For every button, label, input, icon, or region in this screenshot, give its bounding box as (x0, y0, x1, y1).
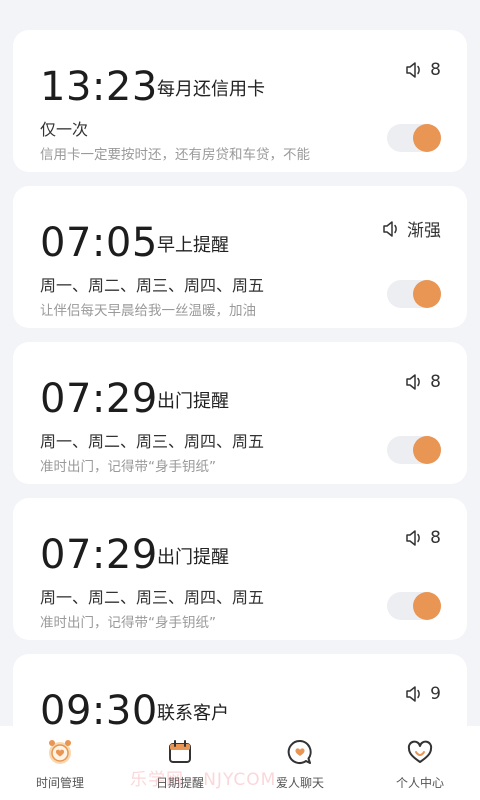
alarm-sound-label: 8 (430, 60, 441, 80)
toggle-knob (413, 592, 441, 620)
chat-heart-icon (287, 739, 312, 764)
alarm-sound-label: 9 (430, 684, 441, 704)
alarm-sound[interactable]: 9 (404, 684, 441, 704)
alarm-note: 准时出门，记得带“身手钥纸” (40, 459, 216, 475)
tab-personal-center[interactable]: 个人中心 (360, 726, 480, 800)
alarm-sound[interactable]: 8 (404, 528, 441, 548)
alarm-time: 07:29 (40, 532, 158, 578)
toggle-knob (413, 124, 441, 152)
tab-time-management[interactable]: 时间管理 (0, 726, 120, 800)
alarm-sound[interactable]: 8 (404, 60, 441, 80)
bottom-tab-bar: 时间管理 日期提醒 爱人聊天 个人中心 (0, 726, 480, 800)
alarm-list: 13:23 每月还信用卡 仅一次 信用卡一定要按时还，还有房贷和车贷，不能 8 … (0, 0, 480, 726)
alarm-time: 07:29 (40, 376, 158, 422)
alarm-repeat: 周一、周二、周三、周四、周五 (40, 276, 265, 295)
alarm-title: 早上提醒 (157, 235, 229, 256)
alarm-clock-icon (49, 740, 71, 764)
alarm-toggle[interactable] (387, 436, 441, 464)
alarm-sound-label: 8 (430, 372, 441, 392)
alarm-sound[interactable]: 渐强 (381, 216, 441, 241)
alarm-time: 07:05 (40, 220, 158, 266)
speaker-icon (406, 530, 421, 546)
calendar-icon (169, 740, 191, 763)
tab-label: 日期提醒 (155, 776, 204, 790)
alarm-note: 信用卡一定要按时还，还有房贷和车贷，不能 (40, 147, 310, 163)
alarm-card[interactable]: 07:29 出门提醒 周一、周二、周三、周四、周五 准时出门，记得带“身手钥纸”… (13, 342, 467, 484)
alarm-card[interactable]: 13:23 每月还信用卡 仅一次 信用卡一定要按时还，还有房贷和车贷，不能 8 (13, 30, 467, 172)
toggle-knob (413, 436, 441, 464)
alarm-sound-label: 渐强 (407, 221, 441, 241)
speaker-icon (406, 374, 421, 390)
alarm-repeat: 周一、周二、周三、周四、周五 (40, 588, 265, 607)
tab-label: 时间管理 (35, 776, 84, 790)
speaker-icon (406, 686, 421, 702)
alarm-title: 出门提醒 (157, 547, 229, 568)
alarm-toggle[interactable] (387, 280, 441, 308)
alarm-sound-label: 8 (430, 528, 441, 548)
toggle-knob (413, 280, 441, 308)
tab-lover-chat[interactable]: 爱人聊天 (240, 726, 360, 800)
alarm-card[interactable]: 07:05 早上提醒 周一、周二、周三、周四、周五 让伴侣每天早晨给我一丝温暖，… (13, 186, 467, 328)
alarm-sound[interactable]: 8 (404, 372, 441, 392)
alarm-card[interactable]: 09:30 联系客户 9 (13, 654, 467, 726)
alarm-repeat: 周一、周二、周三、周四、周五 (40, 432, 265, 451)
tab-label: 爱人聊天 (275, 776, 324, 790)
alarm-toggle[interactable] (387, 124, 441, 152)
heart-profile-icon (407, 740, 433, 763)
tab-label: 个人中心 (395, 776, 444, 790)
alarm-title: 联系客户 (157, 703, 229, 724)
speaker-icon (406, 62, 421, 78)
speaker-icon (383, 220, 397, 237)
alarm-time: 13:23 (40, 64, 158, 110)
alarm-repeat: 仅一次 (40, 120, 89, 139)
alarm-time: 09:30 (40, 688, 158, 726)
alarm-note: 准时出门，记得带“身手钥纸” (40, 615, 216, 631)
alarm-note: 让伴侣每天早晨给我一丝温暖，加油 (40, 303, 256, 319)
alarm-toggle[interactable] (387, 592, 441, 620)
alarm-title: 出门提醒 (157, 391, 229, 412)
tab-date-reminder[interactable]: 日期提醒 (120, 726, 240, 800)
alarm-title: 每月还信用卡 (157, 79, 265, 100)
alarm-card[interactable]: 07:29 出门提醒 周一、周二、周三、周四、周五 准时出门，记得带“身手钥纸”… (13, 498, 467, 640)
